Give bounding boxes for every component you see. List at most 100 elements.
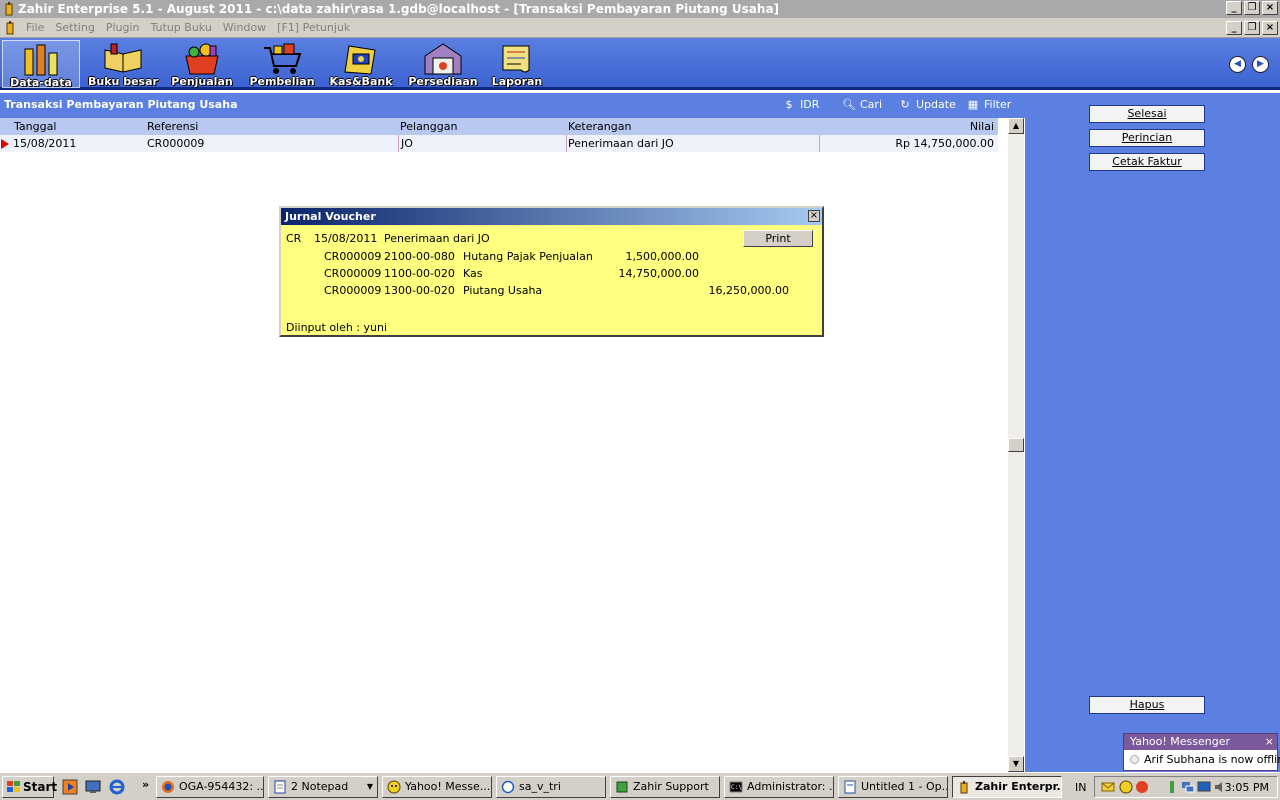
minimize-button[interactable]: _ [1226, 1, 1242, 15]
voucher-type: CR [286, 232, 302, 245]
yahoo-tray-icon[interactable] [1119, 780, 1133, 794]
taskbar-item[interactable]: C:\ Administrator: ... [724, 776, 834, 798]
antivirus-icon[interactable] [1135, 780, 1149, 794]
doc-restore-button[interactable]: ❐ [1244, 21, 1260, 35]
close-button[interactable]: × [1262, 1, 1278, 15]
scroll-thumb[interactable] [1008, 438, 1024, 452]
column-header-keterangan[interactable]: Keterangan [568, 120, 631, 133]
search-label: Cari [860, 98, 882, 111]
start-button[interactable]: Start [2, 776, 57, 798]
update-label: Update [916, 98, 956, 111]
menu-window[interactable]: Window [223, 18, 266, 38]
menu-tutup-buku[interactable]: Tutup Buku [150, 18, 211, 38]
nav-back-icon[interactable]: ◀ [1229, 56, 1246, 73]
notification-message: Arif Subhana is now offline [1144, 753, 1280, 766]
cell-divider [819, 135, 820, 152]
menu-file[interactable]: File [26, 18, 44, 38]
journal-line-credit: 16,250,000.00 [708, 284, 789, 297]
internet-explorer-icon[interactable] [109, 779, 125, 795]
toolbar-pembelian[interactable]: Pembelian [243, 40, 321, 88]
refresh-icon: ↻ [900, 98, 910, 111]
hapus-button[interactable]: Hapus [1089, 696, 1205, 714]
taskbar-item[interactable]: Zahir Support [610, 776, 720, 798]
network-icon[interactable] [1181, 780, 1195, 794]
update-button[interactable]: ↻ Update [898, 98, 956, 111]
notification-close-icon[interactable]: × [1265, 735, 1274, 748]
inventory-warehouse-icon [424, 43, 462, 75]
main-toolbar: Data-data Buku besar Penjualan Pembelian [0, 38, 1280, 90]
journal-line-debit: 14,750,000.00 [618, 267, 699, 280]
taskbar-item[interactable]: sa_v_tri [496, 776, 606, 798]
taskbar-item[interactable]: 2 Notepad ▼ [268, 776, 378, 798]
cell-divider [566, 135, 567, 152]
media-player-icon[interactable] [62, 779, 78, 795]
maximize-button[interactable]: ❐ [1244, 1, 1260, 15]
currency-button[interactable]: $ IDR [782, 98, 820, 111]
show-desktop-icon[interactable] [85, 779, 101, 795]
menu-petunjuk[interactable]: [F1] Petunjuk [277, 18, 350, 38]
journal-line-debit: 1,500,000.00 [625, 250, 699, 263]
menu-plugin[interactable]: Plugin [106, 18, 140, 38]
print-button[interactable]: Print [743, 230, 813, 247]
toolbar-label: Buku besar [88, 75, 158, 88]
column-header-referensi[interactable]: Referensi [147, 120, 198, 133]
toolbar-buku-besar[interactable]: Buku besar [84, 40, 162, 88]
doc-close-button[interactable]: × [1262, 21, 1278, 35]
yahoo-notification[interactable]: Yahoo! Messenger × Arif Subhana is now o… [1123, 733, 1280, 771]
scroll-down-icon[interactable]: ▼ [1008, 756, 1024, 772]
journal-line-account: 2100-00-080 [384, 250, 455, 263]
perincian-button[interactable]: Perincian [1089, 129, 1205, 147]
vertical-scrollbar[interactable]: ▲ ▼ [1008, 118, 1024, 772]
dialog-close-icon[interactable]: × [808, 210, 820, 222]
doc-minimize-button[interactable]: _ [1226, 21, 1242, 35]
firefox-icon [162, 781, 174, 793]
scroll-up-icon[interactable]: ▲ [1008, 118, 1024, 134]
voucher-description: Penerimaan dari JO [384, 232, 490, 245]
selesai-button[interactable]: Selesai [1089, 105, 1205, 123]
taskbar-item[interactable]: Untitled 1 - Op... [838, 776, 948, 798]
column-header-tanggal[interactable]: Tanggal [14, 120, 56, 133]
cell-nilai[interactable]: Rp 14,750,000.00 [895, 137, 994, 150]
cell-tanggal[interactable]: 15/08/2011 [13, 137, 76, 150]
notepad-icon [274, 780, 286, 794]
journal-line-account: 1100-00-020 [384, 267, 455, 280]
cetak-faktur-button[interactable]: Cetak Faktur [1089, 153, 1205, 171]
taskbar-item[interactable]: OGA-954432: ... [156, 776, 264, 798]
clock[interactable]: 3:05 PM [1225, 781, 1269, 794]
toolbar-kas-bank[interactable]: Kas&Bank [322, 40, 400, 88]
toolbar-label: Kas&Bank [329, 75, 393, 88]
offline-status-icon [1130, 755, 1139, 764]
language-indicator[interactable]: IN [1075, 781, 1086, 794]
display-icon[interactable] [1197, 780, 1211, 794]
quicklaunch-more-icon[interactable]: » [142, 778, 149, 791]
toolbar-persediaan[interactable]: Persediaan [404, 40, 482, 88]
filter-button[interactable]: ▦ Filter [966, 98, 1011, 111]
sub-header: Transaksi Pembayaran Piutang Usaha $ IDR … [0, 93, 1025, 118]
column-header-nilai[interactable]: Nilai [970, 120, 994, 133]
cell-keterangan[interactable]: Penerimaan dari JO [568, 137, 674, 150]
search-icon: 🔍︎ [842, 98, 856, 111]
cell-pelanggan[interactable]: JO [401, 137, 413, 150]
cell-divider [398, 135, 399, 152]
document-app-icon[interactable] [4, 21, 16, 35]
currency-label: IDR [800, 98, 820, 111]
taskbar-item-label: Administrator: ... [747, 780, 834, 793]
table-row[interactable]: 15/08/2011 CR000009 JO Penerimaan dari J… [0, 135, 998, 152]
usb-device-icon[interactable] [1165, 780, 1179, 794]
toolbar-penjualan[interactable]: Penjualan [163, 40, 241, 88]
toolbar-label: Persediaan [408, 75, 478, 88]
svg-text:C:\: C:\ [731, 784, 742, 791]
cell-referensi[interactable]: CR000009 [147, 137, 204, 150]
journal-line-ref: CR000009 [324, 267, 382, 280]
menu-setting[interactable]: Setting [55, 18, 94, 38]
toolbar-laporan[interactable]: Laporan [478, 40, 556, 88]
taskbar-item[interactable]: Yahoo! Messe... [382, 776, 492, 798]
search-button[interactable]: 🔍︎ Cari [842, 98, 882, 111]
dropdown-arrow-icon: ▼ [366, 782, 373, 791]
nav-forward-icon[interactable]: ▶ [1252, 56, 1269, 73]
taskbar-item-active[interactable]: Zahir Enterpr... [952, 776, 1062, 798]
ledger-book-icon [104, 43, 142, 73]
mail-icon[interactable] [1101, 780, 1115, 794]
toolbar-data-data[interactable]: Data-data [2, 40, 80, 89]
column-header-pelanggan[interactable]: Pelanggan [400, 120, 457, 133]
